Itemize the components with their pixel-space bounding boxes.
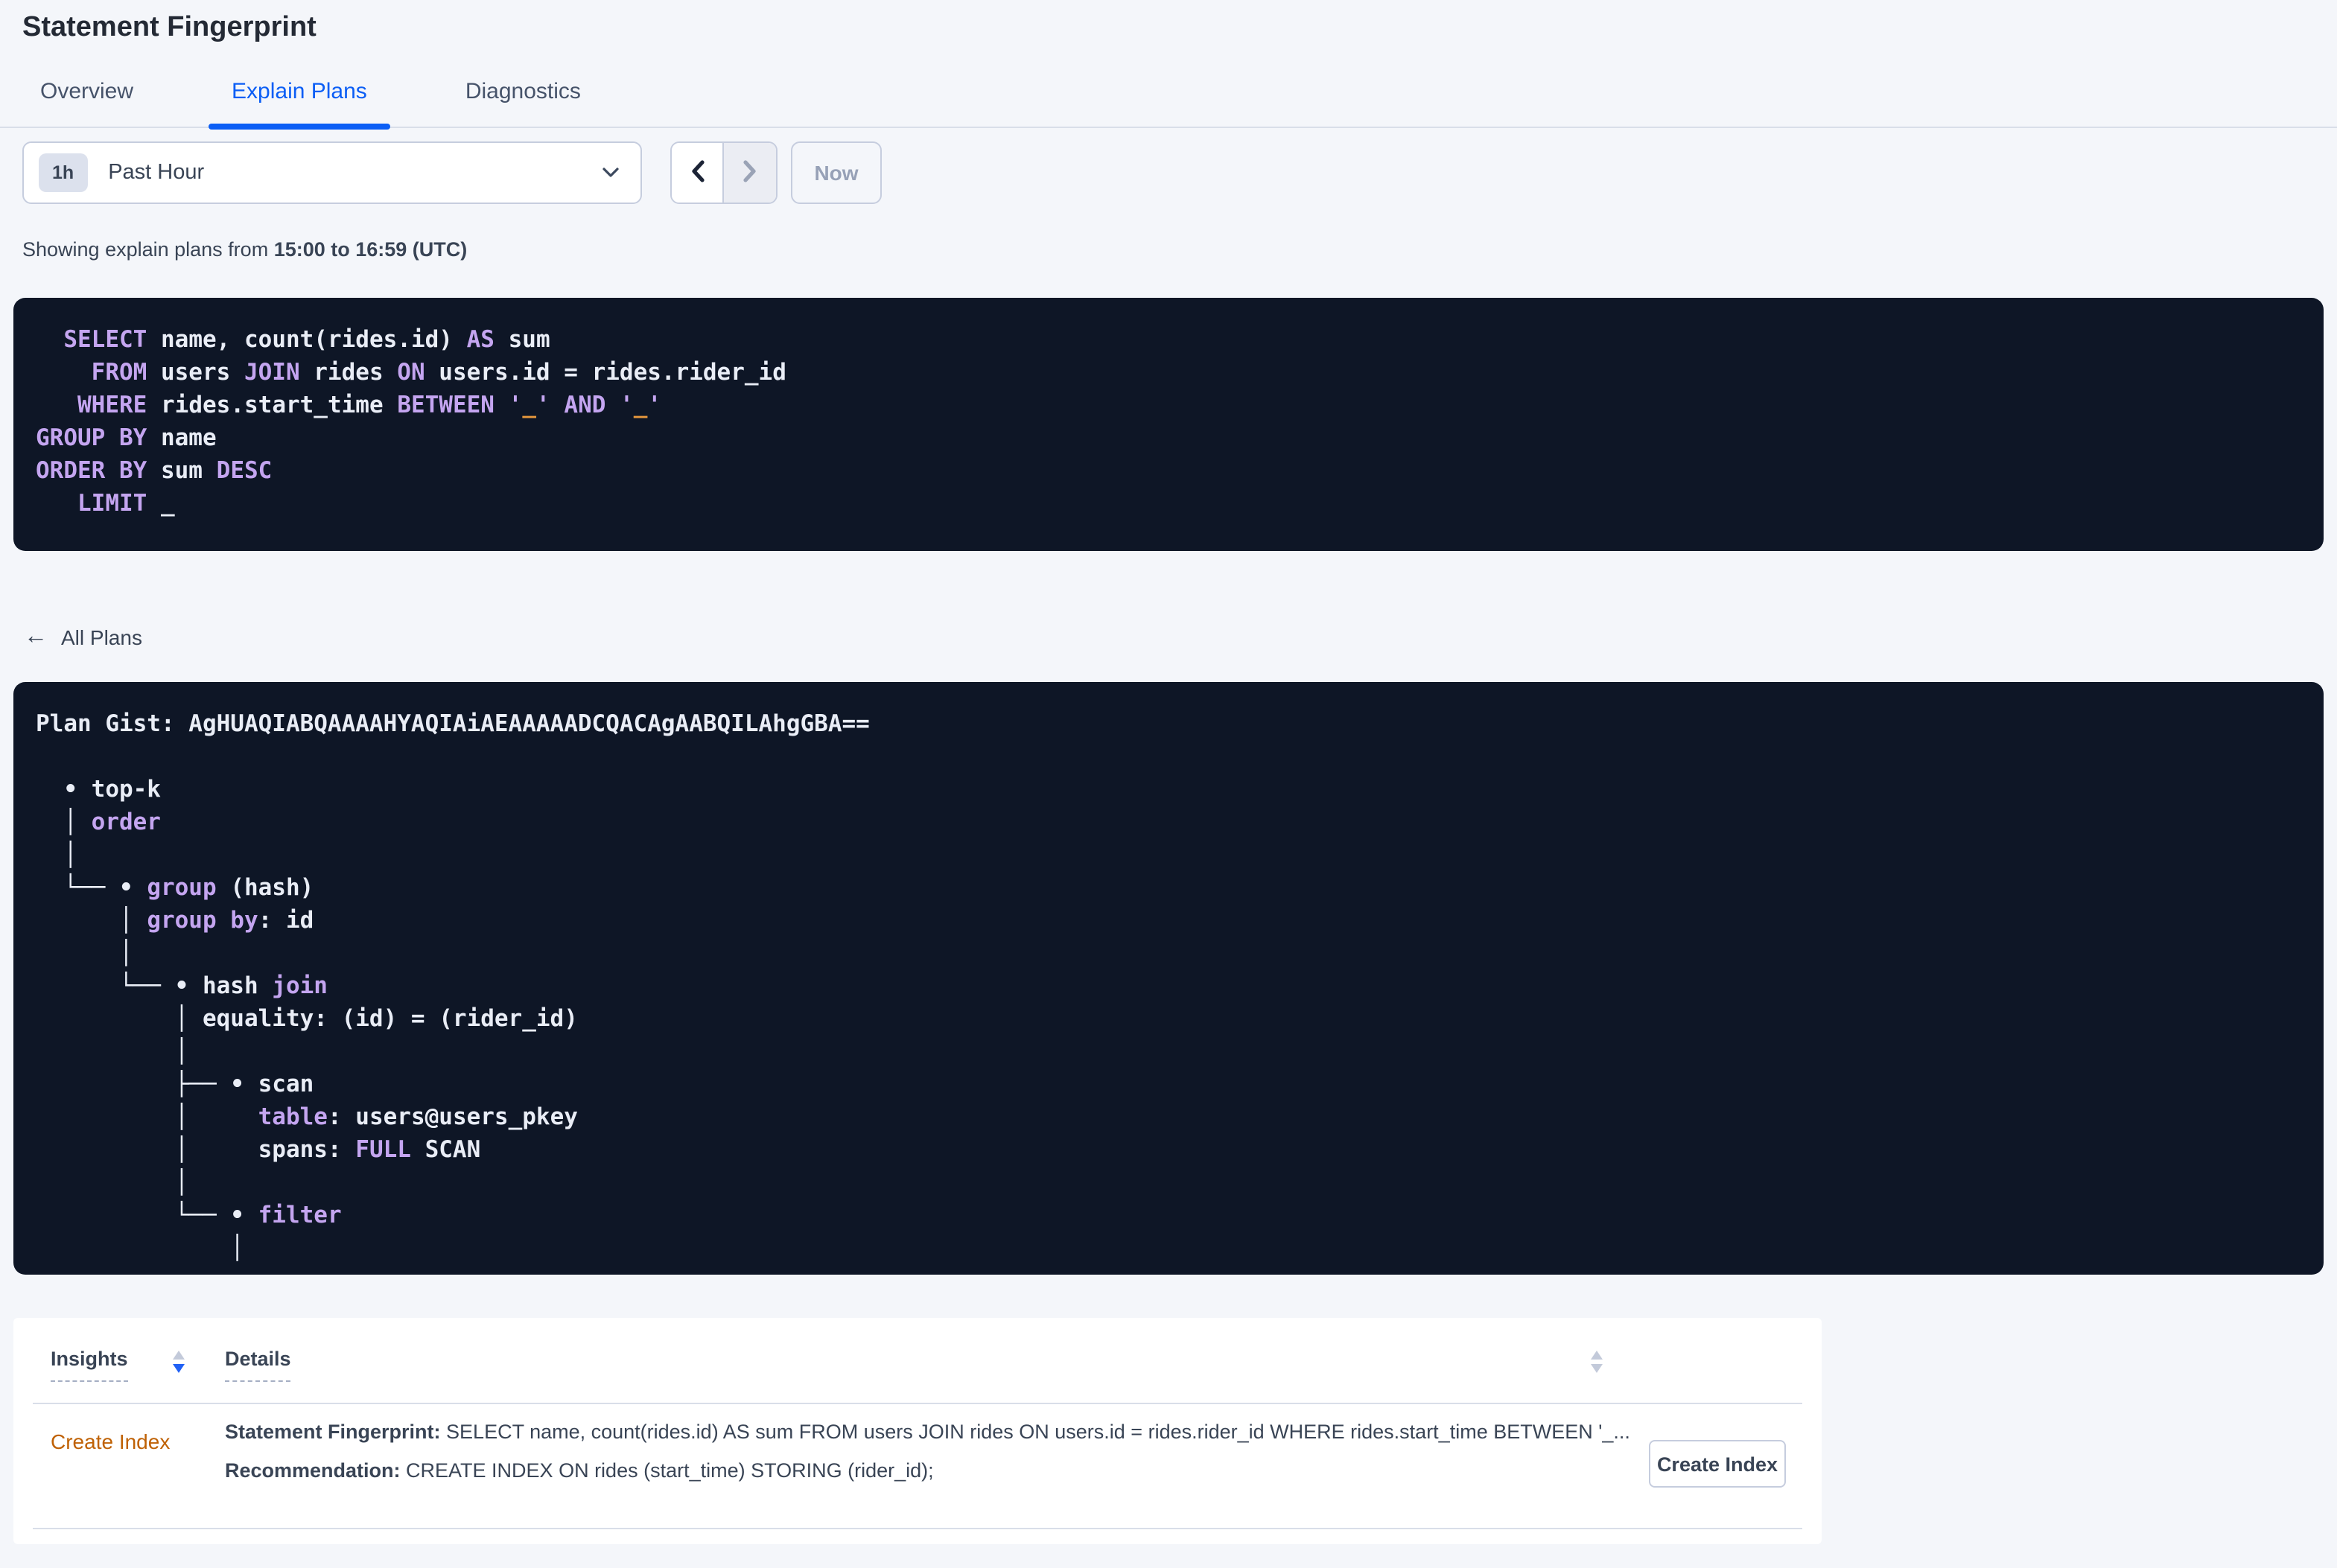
plan-tree-line: └── • filter <box>36 1202 342 1228</box>
sql-line: SELECT name, count(rides.id) AS sum <box>63 326 550 353</box>
next-range-button[interactable] <box>724 143 776 203</box>
chevron-down-icon <box>602 167 620 179</box>
range-caption-bold: 15:00 to 16:59 (UTC) <box>273 238 468 261</box>
plan-tree-line: │ <box>36 1038 189 1065</box>
tab-overview[interactable]: Overview <box>37 79 136 127</box>
statement-fingerprint-page: Overview Explain Plans Diagnostics State… <box>0 0 2337 1568</box>
plan-tree-line: • top-k <box>36 776 161 803</box>
interval-label: Past Hour <box>108 161 205 185</box>
sort-desc-icon <box>1591 1364 1603 1373</box>
tab-explain-plans[interactable]: Explain Plans <box>208 79 391 130</box>
page-title: Statement Fingerprint <box>22 12 317 43</box>
interval-badge: 1h <box>39 153 88 192</box>
sort-asc-icon <box>173 1351 185 1360</box>
sql-line: GROUP BY name <box>36 424 217 451</box>
chevron-left-icon <box>689 159 705 187</box>
back-arrow-icon: ← <box>24 624 48 649</box>
prev-range-button[interactable] <box>672 143 724 203</box>
column-header-insights[interactable]: Insights <box>51 1348 128 1382</box>
plan-tree-line: ├── • scan <box>36 1071 314 1097</box>
now-button[interactable]: Now <box>791 141 882 204</box>
insights-table: Insights Details Create Index Statement … <box>13 1318 1822 1544</box>
insight-details-cell: Statement Fingerprint: SELECT name, coun… <box>225 1419 1632 1483</box>
sql-line: WHERE rides.start_time BETWEEN '_' AND '… <box>77 392 662 418</box>
time-controls: 1h Past Hour Now <box>22 141 882 204</box>
recommendation-detail: Recommendation: CREATE INDEX ON rides (s… <box>225 1459 934 1482</box>
plan-tree-line: │ order <box>36 809 161 835</box>
plan-gist: Plan Gist: AgHUAQIABQAAAAHYAQIAiAEAAAAAD… <box>36 710 870 737</box>
plan-tree-line: │ table: users@users_pkey <box>36 1103 578 1130</box>
plan-tree-line: │ <box>36 1234 244 1261</box>
all-plans-label: All Plans <box>61 625 142 649</box>
sql-line: FROM users JOIN rides ON users.id = ride… <box>91 359 786 386</box>
sort-icon[interactable] <box>1591 1351 1603 1373</box>
range-caption: Showing explain plans from 15:00 to 16:5… <box>22 238 468 261</box>
tab-diagnostics[interactable]: Diagnostics <box>462 79 584 127</box>
sort-desc-icon <box>173 1364 185 1373</box>
sql-line: LIMIT _ <box>77 490 175 517</box>
plan-tree-line: │ group by: id <box>36 907 314 934</box>
plan-tree-line: │ <box>36 841 77 868</box>
create-index-link[interactable]: Create Index <box>51 1430 170 1453</box>
plan-tree-line: │ <box>36 940 133 966</box>
time-range-picker[interactable]: 1h Past Hour <box>22 141 642 204</box>
time-range-nav <box>670 141 778 204</box>
chevron-right-icon <box>742 159 758 187</box>
sort-icon[interactable] <box>173 1351 185 1373</box>
plan-tree-line: └── • group (hash) <box>36 874 314 901</box>
plan-tree-line: └── • hash join <box>36 972 328 999</box>
sql-statement-panel: SELECT name, count(rides.id) AS sum FROM… <box>13 298 2324 551</box>
plan-tree-line: │ equality: (id) = (rider_id) <box>36 1005 578 1032</box>
all-plans-back-link[interactable]: ← All Plans <box>24 625 142 649</box>
statement-fingerprint-detail: Statement Fingerprint: SELECT name, coun… <box>225 1421 1630 1443</box>
tab-bar: Overview Explain Plans Diagnostics <box>0 0 2337 130</box>
plan-tree-line: │ <box>36 1169 189 1196</box>
sort-asc-icon <box>1591 1351 1603 1360</box>
create-index-button[interactable]: Create Index <box>1649 1440 1786 1488</box>
plan-tree-line: │ spans: FULL SCAN <box>36 1136 481 1163</box>
explain-plan-panel: Plan Gist: AgHUAQIABQAAAAHYAQIAiAEAAAAAD… <box>13 682 2324 1275</box>
sql-line: ORDER BY sum DESC <box>36 457 273 484</box>
row-divider <box>33 1528 1802 1529</box>
column-header-details[interactable]: Details <box>225 1348 291 1382</box>
header-divider <box>33 1403 1802 1404</box>
